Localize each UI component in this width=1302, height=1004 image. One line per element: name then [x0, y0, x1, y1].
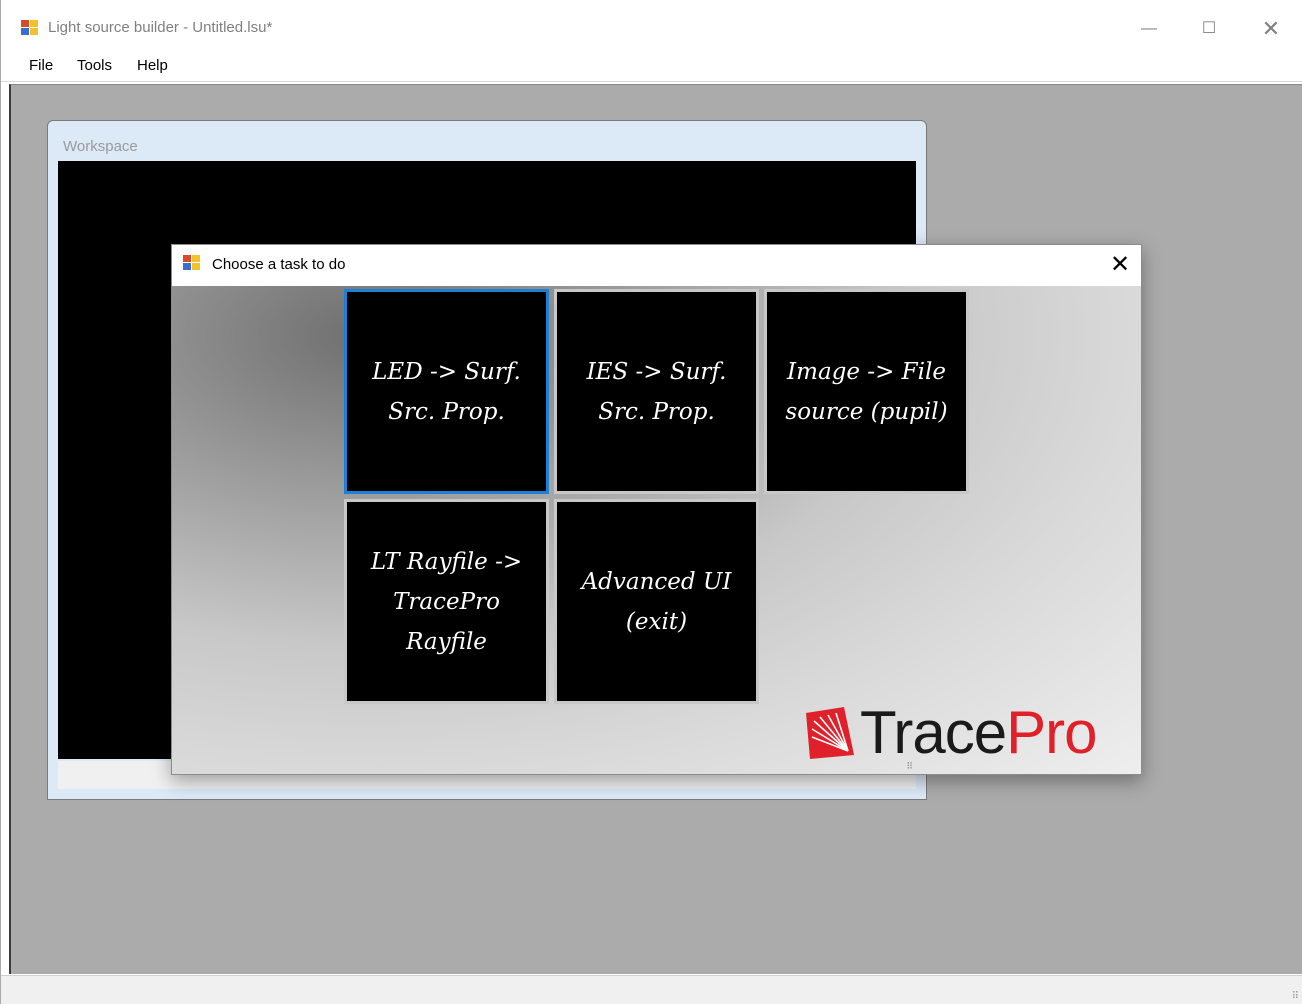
dialog-title: Choose a task to do [212, 256, 346, 273]
app-icon [183, 255, 201, 276]
logo-text-trace: Trace [860, 699, 1007, 766]
task-dialog: Choose a task to do ✕ LED -> Surf. Src. … [171, 244, 1142, 775]
logo-text-pro: Pro [1006, 699, 1097, 766]
tracepro-logo: TracePro [804, 701, 1134, 765]
task-image-file-source-button[interactable]: Image -> File source (pupil) [764, 289, 969, 494]
minimize-button[interactable]: — [1129, 16, 1169, 42]
maximize-button[interactable]: ☐ [1189, 16, 1229, 42]
menu-help[interactable]: Help [137, 57, 168, 74]
task-advanced-ui-exit-button[interactable]: Advanced UI (exit) [554, 499, 759, 704]
dialog-resize-grip-icon[interactable]: ⠿ [906, 761, 913, 772]
task-ies-surf-src-prop-button[interactable]: IES -> Surf. Src. Prop. [554, 289, 759, 494]
app-icon [21, 20, 39, 41]
tracepro-logo-text: TracePro [860, 699, 1098, 766]
task-lt-rayfile-button[interactable]: LT Rayfile -> TracePro Rayfile [344, 499, 549, 704]
task-led-surf-src-prop-button[interactable]: LED -> Surf. Src. Prop. [344, 289, 549, 494]
window-title: Light source builder - Untitled.lsu* [48, 19, 273, 36]
main-window: Light source builder - Untitled.lsu* — ☐… [0, 0, 1302, 1004]
menu-tools[interactable]: Tools [77, 57, 112, 74]
tracepro-logo-mark-icon [806, 707, 854, 759]
workspace-title: Workspace [63, 138, 138, 155]
dialog-close-button[interactable]: ✕ [1102, 249, 1138, 281]
close-window-button[interactable]: ✕ [1251, 16, 1291, 42]
title-bar: Light source builder - Untitled.lsu* — ☐… [1, 8, 1302, 48]
menu-file[interactable]: File [29, 57, 53, 74]
resize-grip-icon[interactable]: ⠿ [1292, 991, 1299, 1002]
status-bar: ⠿ [1, 975, 1302, 1004]
menu-bar: File Tools Help [1, 50, 1302, 82]
dialog-title-bar: Choose a task to do ✕ [172, 245, 1141, 285]
dialog-body: LED -> Surf. Src. Prop. IES -> Surf. Src… [172, 286, 1141, 774]
